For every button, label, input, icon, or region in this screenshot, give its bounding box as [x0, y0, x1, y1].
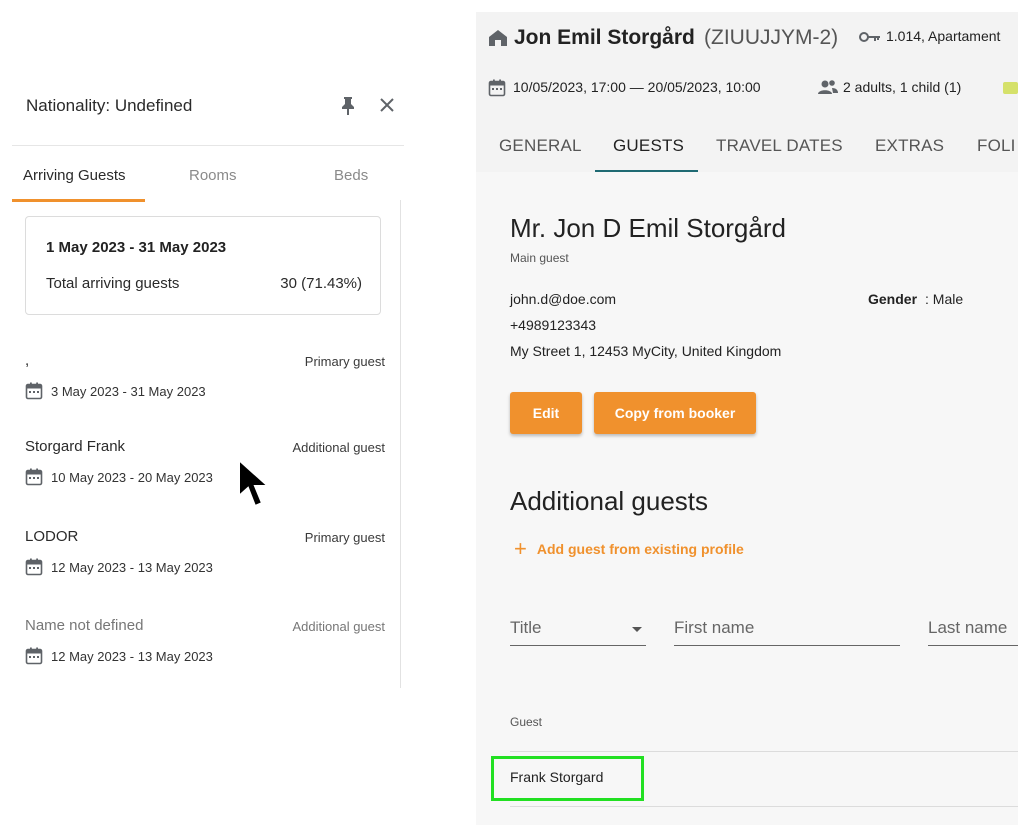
guest-dates: 3 May 2023 - 31 May 2023 [25, 382, 206, 400]
list-item[interactable]: LODOR Primary guest 12 May 2023 - 13 May… [25, 528, 385, 588]
tab-extras[interactable]: EXTRAS [875, 136, 944, 156]
panel-title: Nationality: Undefined [26, 96, 193, 115]
calendar-icon [25, 647, 43, 665]
gender-label: Gender [868, 291, 918, 307]
guest-phone: +4989123343 [510, 317, 597, 333]
list-item[interactable]: Name not defined Additional guest 12 May… [25, 617, 385, 677]
guest-date-text: 3 May 2023 - 31 May 2023 [51, 383, 206, 399]
home-icon [489, 30, 507, 46]
active-tab-indicator [595, 170, 698, 172]
additional-guests-heading: Additional guests [510, 486, 709, 516]
active-tab-indicator [12, 199, 145, 202]
tab-general[interactable]: GENERAL [499, 136, 582, 156]
plus-icon: + [514, 536, 527, 561]
close-icon[interactable] [378, 96, 396, 114]
status-badge [1003, 82, 1018, 94]
summary-card: 1 May 2023 - 31 May 2023 Total arriving … [25, 216, 381, 315]
guest-type: Additional guest [292, 440, 385, 455]
tab-rooms[interactable]: Rooms [189, 167, 237, 184]
tab-arriving-guests[interactable]: Arriving Guests [23, 167, 126, 184]
calendar-icon [25, 468, 43, 486]
panel-divider [12, 145, 404, 146]
stay-dates: 10/05/2023, 17:00 — 20/05/2023, 10:00 [513, 79, 761, 95]
guest-column-header: Guest [510, 715, 543, 729]
table-divider [510, 806, 1018, 807]
tab-beds[interactable]: Beds [334, 167, 368, 184]
guest-name: Storgard Frank [25, 438, 126, 455]
tab-travel-dates[interactable]: TRAVEL DATES [716, 136, 843, 156]
guest-name: Name not defined [25, 617, 144, 634]
list-item[interactable]: Storgard Frank Additional guest 10 May 2… [25, 438, 385, 498]
booking-code: (ZIUUJJYM-2) [704, 26, 839, 49]
summary-date-range: 1 May 2023 - 31 May 2023 [46, 239, 227, 256]
guest-date-text: 10 May 2023 - 20 May 2023 [51, 469, 213, 485]
occupancy: 2 adults, 1 child (1) [843, 79, 962, 95]
title-placeholder: Title [510, 618, 542, 637]
key-icon [859, 32, 880, 42]
last-name-placeholder: Last name [928, 618, 1008, 637]
edit-button[interactable]: Edit [510, 392, 582, 434]
calendar-icon [25, 558, 43, 576]
add-guest-link-label: Add guest from existing profile [536, 541, 744, 557]
summary-label: Total arriving guests [46, 275, 180, 292]
reservation-guest-name: Jon Emil Storgård [514, 26, 695, 49]
guest-dates: 12 May 2023 - 13 May 2023 [25, 647, 213, 665]
first-name-input[interactable]: First name [674, 614, 900, 646]
people-icon [818, 80, 838, 94]
guest-type: Primary guest [304, 354, 385, 369]
guest-email: john.d@doe.com [510, 291, 617, 307]
panel-border [400, 200, 401, 688]
tab-guests[interactable]: GUESTS [613, 136, 684, 156]
tab-folio[interactable]: FOLI [977, 136, 1016, 156]
pin-icon[interactable] [340, 96, 356, 116]
guest-dates: 12 May 2023 - 13 May 2023 [25, 558, 213, 576]
guest-date-text: 12 May 2023 - 13 May 2023 [51, 559, 213, 575]
guest-name: LODOR [25, 528, 79, 545]
guest-date-text: 12 May 2023 - 13 May 2023 [51, 648, 213, 664]
guest-name: , [25, 352, 30, 369]
dropdown-arrow-icon [632, 627, 642, 632]
guest-dates: 10 May 2023 - 20 May 2023 [25, 468, 213, 486]
room-info: 1.014, Apartament [886, 28, 1001, 44]
copy-from-booker-button[interactable]: Copy from booker [594, 392, 756, 434]
guest-type: Primary guest [304, 530, 385, 545]
list-item[interactable]: , Primary guest 3 May 2023 - 31 May 2023 [25, 352, 385, 412]
reservation-panel: Jon Emil Storgård (ZIUUJJYM-2) 1.014, Ap… [476, 12, 1018, 825]
table-divider [510, 751, 1018, 752]
add-guest-link[interactable]: + Add guest from existing profile [514, 536, 744, 561]
highlight-box [491, 756, 644, 801]
guest-type: Additional guest [292, 619, 385, 634]
nationality-panel: Nationality: Undefined Arriving Guests R… [12, 0, 404, 825]
title-select[interactable]: Title [510, 614, 646, 646]
last-name-input[interactable]: Last name [928, 614, 1018, 646]
mouse-pointer-icon [238, 458, 271, 508]
main-guest-name: Mr. Jon D Emil Storgård [510, 213, 786, 243]
guest-address: My Street 1, 12453 MyCity, United Kingdo… [510, 343, 782, 359]
gender-value: : Male [925, 291, 964, 307]
main-guest-label: Main guest [510, 251, 569, 265]
calendar-icon [25, 382, 43, 400]
calendar-icon [488, 79, 506, 97]
summary-value: 30 (71.43%) [280, 275, 362, 292]
first-name-placeholder: First name [674, 618, 755, 637]
